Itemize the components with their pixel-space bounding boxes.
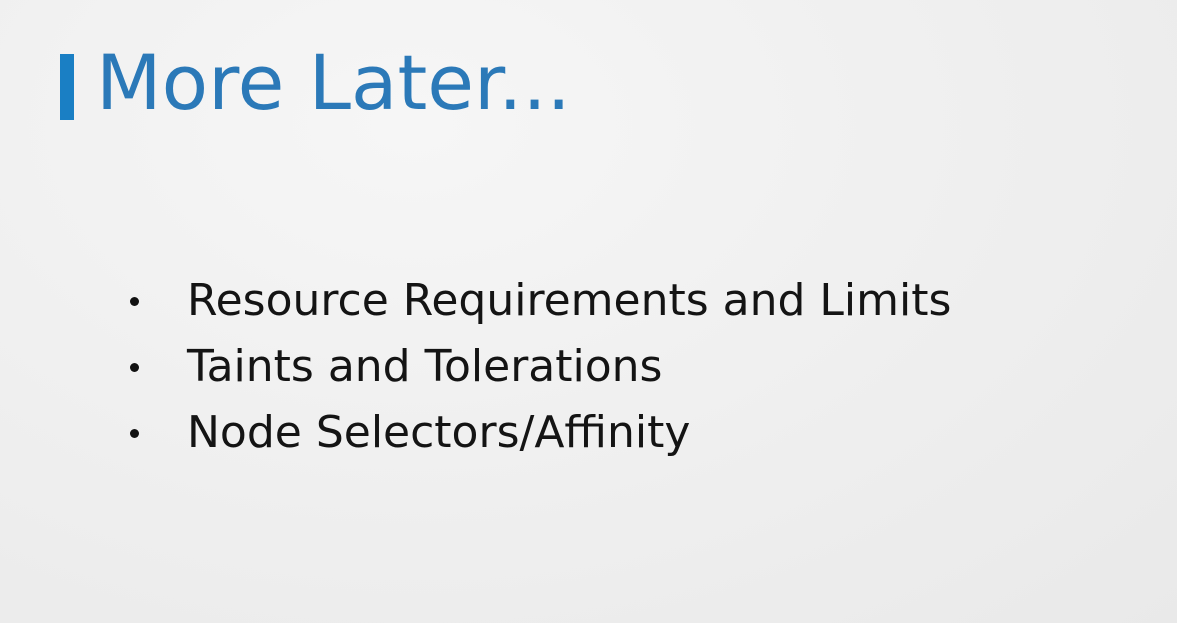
bullet-text: Node Selectors/Affinity — [187, 407, 691, 458]
list-item: Resource Requirements and Limits — [120, 268, 951, 334]
list-item: Taints and Tolerations — [120, 334, 951, 400]
bullet-icon — [130, 296, 139, 306]
slide: More Later... Resource Requirements and … — [0, 0, 1177, 623]
slide-title: More Later... — [96, 38, 571, 127]
bullet-icon — [130, 362, 139, 372]
list-item: Node Selectors/Affinity — [120, 400, 951, 466]
bullet-text: Taints and Tolerations — [187, 341, 663, 392]
title-accent-bar — [60, 54, 74, 120]
bullet-icon — [130, 428, 139, 438]
bullet-text: Resource Requirements and Limits — [187, 275, 952, 326]
bullet-list: Resource Requirements and Limits Taints … — [120, 268, 951, 466]
title-area: More Later... — [60, 38, 571, 128]
